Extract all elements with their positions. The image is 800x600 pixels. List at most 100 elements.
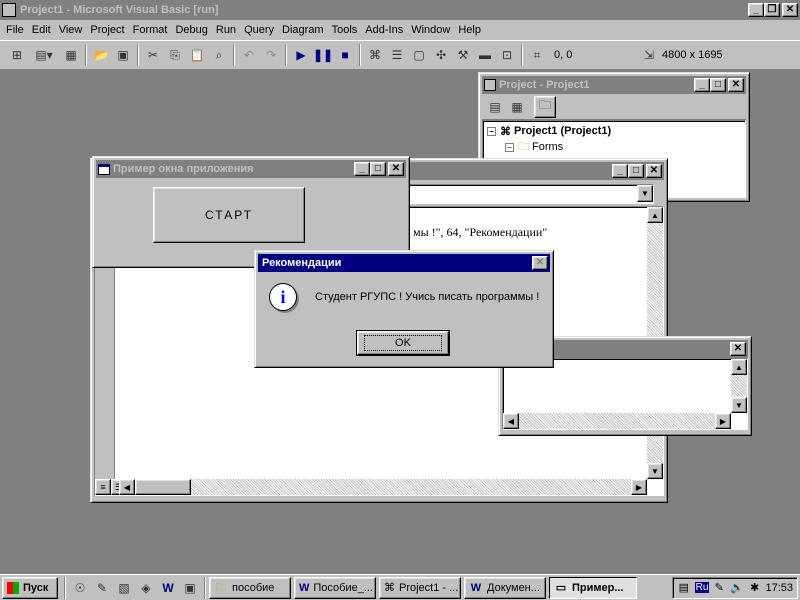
menu-debug[interactable]: Debug [171,24,211,36]
menu-project[interactable]: Project [86,24,128,36]
network-icon[interactable]: ▤ [677,581,691,595]
msgbox-title-bar: Рекомендации ✕ [258,254,550,272]
scroll-left-icon[interactable]: ◀ [503,413,519,429]
code-hscrollbar[interactable] [135,479,647,495]
quicklaunch-ie-icon[interactable]: ☉ [69,577,91,599]
collapse-icon[interactable]: − [505,142,514,152]
procedure-combo[interactable]: ▼ [404,184,654,204]
task-button-project1[interactable]: ⌘ Project1 - ... [379,576,461,599]
vb-project-icon: ⌘ [500,125,511,138]
menu-help[interactable]: Help [454,24,485,36]
menu-window[interactable]: Window [407,24,454,36]
chevron-down-icon[interactable]: ▼ [637,185,653,202]
ok-button[interactable]: OK [356,330,450,356]
scroll-up-icon[interactable]: ▲ [647,207,663,223]
menu-add-ins[interactable]: Add-Ins [361,24,407,36]
cut-icon[interactable]: ✂ [142,44,164,66]
hscroll-thumb[interactable] [135,479,191,495]
message-box: Рекомендации ✕ i Студент РГУПС ! Учись п… [254,250,554,368]
language-indicator[interactable]: Ru [694,582,710,593]
project-toolbar: ▤ ▦ 🗀 [482,94,746,120]
tree-forms-folder[interactable]: − 🗀 Forms [487,139,741,155]
undo-icon[interactable]: ↶ [238,44,260,66]
tray-pen-icon[interactable]: ✎ [712,581,726,595]
clock: 17:53 [765,581,793,594]
volume-icon[interactable]: 🔈 [730,581,744,595]
restore-button[interactable]: ❐ [764,3,780,17]
app-form-title-bar: Пример окна приложения _ □ ✕ [96,160,406,178]
vb-app-icon [2,3,16,17]
form-close-button[interactable]: ✕ [388,162,404,176]
view-object-icon[interactable]: ▦ [506,96,528,118]
task-button-posobie[interactable]: 🗀 пособие [209,576,291,599]
break-icon[interactable]: ❚❚ [312,44,334,66]
minimize-button[interactable]: _ [748,3,764,17]
add-form-icon[interactable]: ▤▾ [28,44,60,66]
task-button-posobie-doc[interactable]: W Пособие_... [294,576,376,599]
component-manager-icon[interactable]: ⊡ [496,44,518,66]
scroll-down-icon[interactable]: ▼ [731,397,747,413]
paste-icon[interactable]: 📋 [186,44,208,66]
immediate-hscrollbar[interactable] [503,413,731,429]
find-icon[interactable]: ⌕ [208,44,230,66]
menu-edit[interactable]: Edit [28,24,55,36]
menu-editor-icon[interactable]: ▦ [60,44,82,66]
position-icon: ⌗ [533,47,541,62]
size-readout: 4800 x 1695 [662,49,723,61]
quicklaunch-outlook-icon[interactable]: ✎ [91,577,113,599]
end-icon[interactable]: ■ [334,44,356,66]
msgbox-close-button[interactable]: ✕ [532,256,548,270]
save-icon[interactable]: ▣ [112,44,134,66]
properties-icon[interactable]: ☰ [386,44,408,66]
immediate-pane[interactable]: ▲ ▼ ◀ ▶ [502,358,748,430]
object-browser-icon[interactable]: ✣ [430,44,452,66]
copy-icon[interactable]: ⎘ [164,44,186,66]
scroll-left-icon[interactable]: ◀ [119,479,135,495]
start-icon[interactable]: ▶ [290,44,312,66]
start-menu-button[interactable]: Пуск [2,576,58,599]
redo-icon[interactable]: ↷ [260,44,282,66]
menu-run[interactable]: Run [212,24,240,36]
scroll-right-icon[interactable]: ▶ [631,479,647,495]
form-minimize-button[interactable]: _ [354,162,370,176]
data-view-icon[interactable]: ▬ [474,44,496,66]
collapse-icon[interactable]: − [487,126,496,136]
task-button-document[interactable]: W Докумен... [464,576,546,599]
project-close-button[interactable]: ✕ [728,78,744,92]
menu-file[interactable]: File [2,24,28,36]
tray-bug-icon[interactable]: ✱ [748,581,762,595]
view-procedure-icon[interactable]: ≡ [95,479,111,495]
ok-button-label: OK [364,335,442,351]
quicklaunch-channels-icon[interactable]: ◈ [135,577,157,599]
menu-tools[interactable]: Tools [328,24,362,36]
quicklaunch-word-icon[interactable]: W [157,577,179,599]
project-maximize-button[interactable]: □ [710,78,726,92]
close-button[interactable]: ✕ [782,3,798,17]
form-maximize-button[interactable]: □ [370,162,386,176]
menu-diagram[interactable]: Diagram [278,24,328,36]
menu-format[interactable]: Format [129,24,172,36]
quicklaunch-vb-icon[interactable]: ▣ [179,577,201,599]
menu-query[interactable]: Query [240,24,278,36]
immediate-close-button[interactable]: ✕ [730,342,746,356]
project-icon [484,79,496,91]
view-code-icon[interactable]: ▤ [484,96,506,118]
quicklaunch-desktop-icon[interactable]: ▧ [113,577,135,599]
scroll-up-icon[interactable]: ▲ [731,359,747,375]
add-project-icon[interactable]: ⊞ [6,44,28,66]
menu-view[interactable]: View [55,24,87,36]
start-button[interactable]: СТАРТ [153,187,305,243]
task-button-primer[interactable]: ▭ Пример... [549,576,637,599]
form-layout-icon[interactable]: ▢ [408,44,430,66]
project-explorer-icon[interactable]: ⌘ [364,44,386,66]
open-icon[interactable]: 📂 [90,44,112,66]
code-close-button[interactable]: ✕ [646,164,662,178]
code-minimize-button[interactable]: _ [612,164,628,178]
folder-icon: 🗀 [518,140,529,153]
scroll-down-icon[interactable]: ▼ [647,463,663,479]
code-maximize-button[interactable]: □ [628,164,644,178]
scroll-right-icon[interactable]: ▶ [715,413,731,429]
toolbox-icon[interactable]: ⚒ [452,44,474,66]
project-minimize-button[interactable]: _ [694,78,710,92]
toggle-folders-icon[interactable]: 🗀 [534,95,556,118]
